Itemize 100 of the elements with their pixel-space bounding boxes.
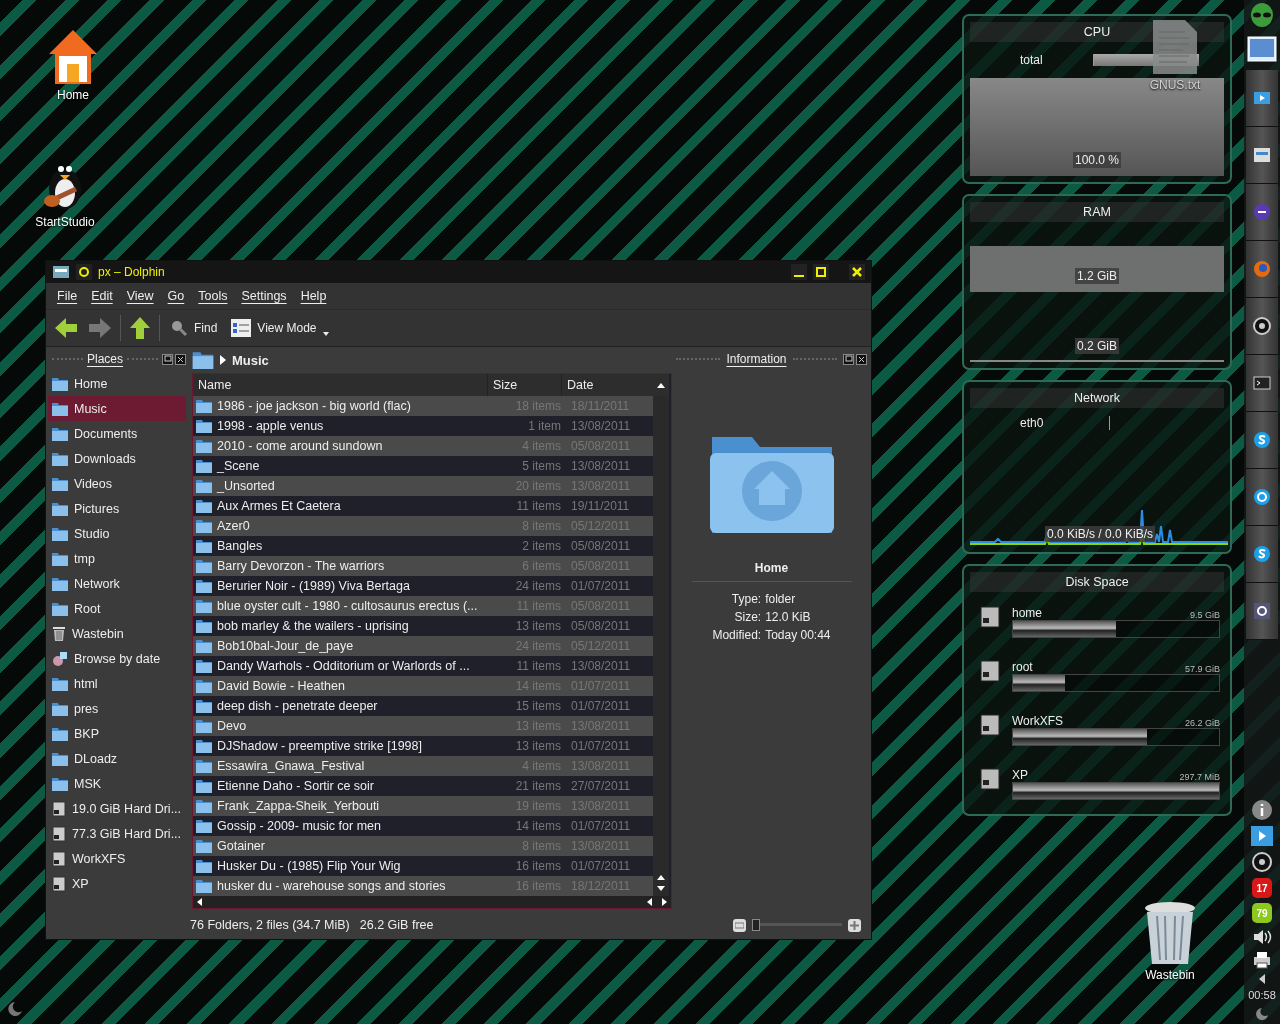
places-item[interactable]: Videos <box>48 471 186 496</box>
slider-thumb[interactable] <box>752 919 760 931</box>
places-item[interactable]: Home <box>48 371 186 396</box>
file-name[interactable]: 2010 - come around sundown <box>212 439 492 453</box>
notification-badge[interactable]: 17 <box>1252 878 1272 898</box>
scroll-down-icon[interactable] <box>657 886 665 892</box>
places-item[interactable]: Music <box>48 396 186 421</box>
caret-icon[interactable] <box>1259 974 1265 984</box>
close-icon[interactable] <box>175 353 186 365</box>
menu-item[interactable]: Help <box>293 289 334 303</box>
file-name[interactable]: blue oyster cult - 1980 - cultosaurus erectus (... <box>212 599 492 613</box>
file-name[interactable]: Frank_Zappa-Sheik_Yerbouti <box>212 799 492 813</box>
folder-icon <box>196 779 212 793</box>
scroll-up-icon[interactable] <box>657 874 665 880</box>
places-item[interactable]: WorkXFS <box>48 846 186 871</box>
file-name[interactable]: 1986 - joe jackson - big world (flac) <box>212 399 492 413</box>
file-name[interactable]: Bob10bal-Jour_de_paye <box>212 639 492 653</box>
aperture-icon[interactable] <box>1253 317 1271 335</box>
file-name[interactable]: Husker Du - (1985) Flip Your Wig <box>212 859 492 873</box>
vertical-scrollbar[interactable] <box>653 396 669 896</box>
places-item[interactable]: 19.0 GiB Hard Dri... <box>48 796 186 821</box>
horizontal-scrollbar[interactable] <box>193 896 671 908</box>
file-name[interactable]: Berurier Noir - (1989) Viva Bertaga <box>212 579 492 593</box>
float-icon[interactable] <box>162 353 173 365</box>
breadcrumb[interactable]: Music <box>232 352 269 368</box>
s-circle-icon[interactable] <box>1253 431 1271 449</box>
places-item[interactable]: Documents <box>48 421 186 446</box>
file-name[interactable]: _Scene <box>212 459 492 473</box>
file-name[interactable]: David Bowie - Heathen <box>212 679 492 693</box>
disk-size: 297.7 MiB <box>1179 772 1220 782</box>
maximize-button[interactable] <box>813 264 829 280</box>
file-name[interactable]: Aux Armes Et Caetera <box>212 499 492 513</box>
places-item[interactable]: XP <box>48 871 186 896</box>
play-icon[interactable] <box>1253 89 1271 107</box>
scroll-right-icon[interactable] <box>662 898 667 906</box>
file-name[interactable]: Gotainer <box>212 839 492 853</box>
menu-item[interactable]: Go <box>160 289 192 303</box>
zoom-out-button[interactable] <box>733 918 746 932</box>
file-name[interactable]: Azer0 <box>212 519 492 533</box>
maximize-icon <box>816 267 826 277</box>
alien-head-icon[interactable] <box>1250 2 1274 30</box>
menu-item[interactable]: Edit <box>84 289 120 303</box>
folder-icon <box>52 776 68 791</box>
desktop-preview-icon[interactable] <box>1247 36 1277 62</box>
column-header[interactable]: Date <box>562 374 653 396</box>
places-item[interactable]: Downloads <box>48 446 186 471</box>
folder-icon <box>196 519 212 533</box>
places-item[interactable]: MSK <box>48 771 186 796</box>
desktop-icon-label[interactable]: Home <box>57 88 89 102</box>
desktop-icon-label[interactable]: Wastebin <box>1145 968 1195 982</box>
view-mode-button[interactable]: View Mode <box>227 317 333 339</box>
file-name[interactable]: Barry Devorzon - The warriors <box>212 559 492 573</box>
terminal-icon[interactable] <box>1253 374 1271 392</box>
file-name[interactable]: husker du - warehouse songs and stories <box>212 879 492 893</box>
info-icon[interactable] <box>1251 799 1273 821</box>
places-item[interactable]: DLoadz <box>48 746 186 771</box>
scroll-left-icon[interactable] <box>647 898 652 906</box>
file-name[interactable]: bob marley & the wailers - uprising <box>212 619 492 633</box>
menu-item[interactable]: File <box>50 289 85 303</box>
caret-icon[interactable] <box>220 355 226 365</box>
file-name[interactable]: Gossip - 2009- music for men <box>212 819 492 833</box>
file-name[interactable]: _Unsorted <box>212 479 492 493</box>
file-name[interactable]: 1998 - apple venus <box>212 419 492 433</box>
menu-item[interactable]: View <box>119 289 161 303</box>
file-name[interactable]: Dandy Warhols - Odditorium or Warlords of ... <box>212 659 492 673</box>
speaker-icon[interactable] <box>1252 928 1272 946</box>
zoom-in-button[interactable] <box>848 918 861 932</box>
places-item[interactable]: BKP <box>48 721 186 746</box>
menu-item[interactable]: Tools <box>191 289 235 303</box>
selected-item-name: Home <box>691 561 852 582</box>
places-item[interactable]: Network <box>48 571 186 596</box>
clock[interactable]: 00:58 <box>1248 989 1276 1001</box>
desktop-icon-label[interactable]: StartStudio <box>35 215 95 229</box>
window-icon[interactable] <box>1253 146 1271 164</box>
file-name[interactable]: DJShadow - preemptive strike [1998] <box>212 739 492 753</box>
aperture-icon[interactable] <box>1251 851 1273 873</box>
places-item[interactable]: Browse by date <box>48 646 186 671</box>
s-circle-icon[interactable] <box>1253 545 1271 563</box>
places-item[interactable]: Wastebin <box>48 621 186 646</box>
places-item[interactable]: Pictures <box>48 496 186 521</box>
scroll-left-icon[interactable] <box>197 898 202 906</box>
close-button[interactable] <box>849 264 865 280</box>
scroll-up-icon[interactable] <box>657 382 665 388</box>
close-icon[interactable] <box>856 353 867 365</box>
file-name[interactable]: deep dish - penetrate deeper <box>212 699 492 713</box>
places-item[interactable]: 77.3 GiB Hard Dri... <box>48 821 186 846</box>
find-button[interactable]: Find <box>166 317 222 339</box>
places-item[interactable]: tmp <box>48 546 186 571</box>
file-name[interactable]: Devo <box>212 719 492 733</box>
minimize-button[interactable] <box>791 264 807 280</box>
places-item[interactable]: Root <box>48 596 186 621</box>
menu-item[interactable]: Settings <box>234 289 294 303</box>
printer-icon[interactable] <box>1253 951 1271 969</box>
float-icon[interactable] <box>843 353 854 365</box>
file-name[interactable]: Essawira_Gnawa_Festival <box>212 759 492 773</box>
file-name[interactable]: Etienne Daho - Sortir ce soir <box>212 779 492 793</box>
places-item[interactable]: pres <box>48 696 186 721</box>
places-item[interactable]: html <box>48 671 186 696</box>
places-item[interactable]: Studio <box>48 521 186 546</box>
file-name[interactable]: Bangles <box>212 539 492 553</box>
